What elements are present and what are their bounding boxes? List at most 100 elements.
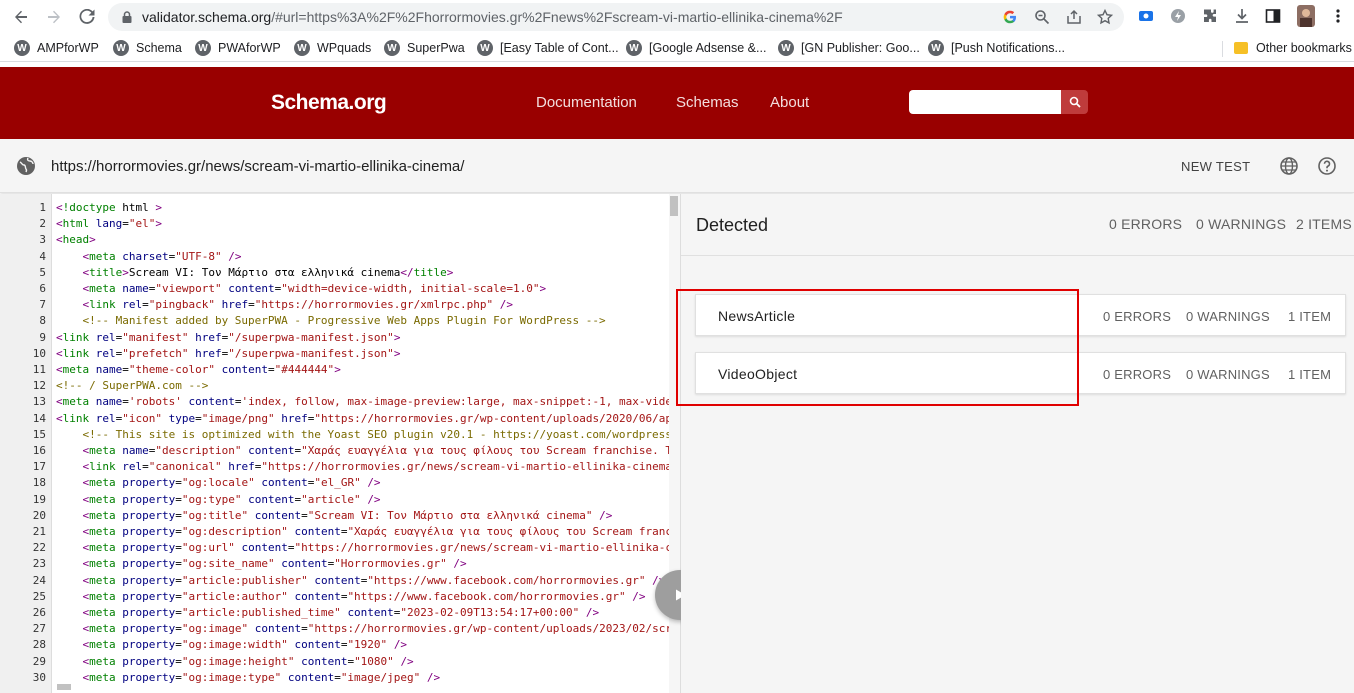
share-icon[interactable] <box>1065 8 1083 26</box>
code-text: <head> <box>56 233 96 247</box>
bookmarks-separator <box>1222 41 1223 57</box>
code-line[interactable]: 11 <meta name="theme-color" content="#444… <box>0 362 670 378</box>
back-icon[interactable] <box>9 5 33 29</box>
url-text[interactable]: validator.schema.org/#url=https%3A%2F%2F… <box>142 9 843 25</box>
code-line[interactable]: 6 <meta name="viewport" content="width=d… <box>0 281 670 297</box>
code-line[interactable]: 18 <meta property="og:locale" content="e… <box>0 475 670 491</box>
code-text: <meta charset="UTF-8" /> <box>82 249 242 263</box>
source-code-panel[interactable]: 1 <!doctype html > 2 <html lang="el"> 3 <head… <box>0 194 680 693</box>
line-number: 22 <box>32 541 46 555</box>
code-text: <meta property="og:image:type" content="… <box>82 670 441 684</box>
profile-avatar[interactable] <box>1296 5 1316 27</box>
code-line[interactable]: 25 <meta property="article:author" conte… <box>0 589 670 605</box>
site-logo[interactable]: Schema.org <box>271 91 387 115</box>
code-line[interactable]: 4 <meta charset="UTF-8" /> <box>0 249 670 265</box>
language-icon[interactable] <box>1279 156 1299 176</box>
code-line[interactable]: 12 <!-- / SuperPWA.com --> <box>0 378 670 394</box>
line-number: 8 <box>39 314 46 328</box>
code-text: <meta property="article:published_time" … <box>82 606 600 619</box>
code-line[interactable]: 28 <meta property="og:image:width" conte… <box>0 637 670 653</box>
extension-icon[interactable] <box>1200 6 1220 26</box>
line-number: 12 <box>32 379 46 393</box>
bookmark-item[interactable]: W PWAforWP <box>195 39 281 57</box>
address-bar[interactable]: validator.schema.org/#url=https%3A%2F%2F… <box>108 3 1124 31</box>
menu-icon[interactable] <box>1328 6 1348 26</box>
code-text: <meta property="og:type" content="articl… <box>82 492 381 506</box>
bookmark-item[interactable]: W WPquads <box>294 39 371 57</box>
code-line[interactable]: 14 <link rel="icon" type="image/png" href… <box>0 411 680 427</box>
lock-icon[interactable] <box>120 10 134 24</box>
line-number: 30 <box>32 670 46 684</box>
code-text: <meta property="og:description" content=… <box>82 525 681 538</box>
help-icon[interactable] <box>1317 156 1337 176</box>
extension-bolt-icon[interactable] <box>1168 6 1188 26</box>
card-errors: 0 ERRORS <box>1103 367 1172 382</box>
line-number: 17 <box>32 460 46 474</box>
code-line[interactable]: 10 <link rel="prefetch" href="/superpwa-m… <box>0 346 670 362</box>
card-items: 1 ITEM <box>1288 309 1332 324</box>
line-number: 15 <box>32 427 46 441</box>
code-scroll-thumb[interactable] <box>670 196 678 216</box>
line-number: 5 <box>39 265 46 279</box>
code-line[interactable]: 1 <!doctype html > <box>0 200 670 216</box>
code-line[interactable]: 5 <title>Scream VI: Τον Μάρτιο στα ελλην… <box>0 265 670 281</box>
bookmark-item[interactable]: W [GN Publisher: Goo... <box>778 39 920 57</box>
code-line[interactable]: 2 <html lang="el"> <box>0 216 670 232</box>
code-line[interactable]: 9 <link rel="manifest" href="/superpwa-ma… <box>0 330 670 346</box>
other-bookmarks[interactable]: Other bookmarks <box>1234 39 1352 57</box>
download-icon[interactable] <box>1232 6 1252 26</box>
code-line[interactable]: 20 <meta property="og:title" content="Sc… <box>0 508 670 524</box>
code-line[interactable]: 16 <meta name="description" content="Χαρ… <box>0 443 679 459</box>
line-number: 28 <box>32 638 46 652</box>
code-line[interactable]: 3 <head> <box>0 232 670 248</box>
star-icon[interactable] <box>1096 8 1114 26</box>
line-number: 27 <box>32 622 46 636</box>
code-text: <!-- Manifest added by SuperPWA - Progre… <box>56 314 606 328</box>
search-button[interactable] <box>1061 90 1088 114</box>
bookmark-item[interactable]: W [Easy Table of Cont... <box>477 39 619 57</box>
search-input[interactable] <box>909 90 1061 114</box>
code-line[interactable]: 8 <!-- Manifest added by SuperPWA - Prog… <box>0 313 670 329</box>
line-number: 19 <box>32 492 46 506</box>
code-line[interactable]: 29 <meta property="og:image:height" cont… <box>0 654 670 670</box>
bookmark-item[interactable]: W Schema <box>113 39 182 57</box>
code-line[interactable]: 19 <meta property="og:type" content="art… <box>0 492 670 508</box>
nav-about[interactable]: About <box>770 94 809 111</box>
line-number: 7 <box>39 298 46 312</box>
line-number: 25 <box>32 589 46 603</box>
tested-url[interactable]: https://horrormovies.gr/news/scream-vi-m… <box>51 158 464 175</box>
code-line[interactable]: 13 <meta name='robots' content='index, fo… <box>0 394 680 410</box>
code-line[interactable]: 23 <meta property="og:site_name" content… <box>0 556 670 572</box>
bookmark-item[interactable]: W [Push Notifications... <box>928 39 1065 57</box>
code-line[interactable]: 27 <meta property="og:image" content="ht… <box>0 621 680 637</box>
code-line[interactable]: 21 <meta property="og:description" conte… <box>0 524 680 540</box>
code-line[interactable]: 22 <meta property="og:url" content="http… <box>0 540 680 556</box>
code-line[interactable]: 7 <link rel="pingback" href="https://hor… <box>0 297 670 313</box>
new-test-button[interactable]: NEW TEST <box>1181 159 1250 174</box>
bookmark-item[interactable]: W SuperPwa <box>384 39 465 57</box>
code-text: <meta property="og:image:width" content=… <box>82 638 408 652</box>
extension-screencast-icon[interactable] <box>1136 6 1156 26</box>
sidebar-icon[interactable] <box>1263 6 1283 26</box>
bookmark-item[interactable]: W [Google Adsense &... <box>626 39 766 57</box>
code-line[interactable]: 17 <link rel="canonical" href="https://h… <box>0 459 680 475</box>
nav-documentation[interactable]: Documentation <box>536 94 637 111</box>
forward-icon[interactable] <box>42 5 66 29</box>
code-line[interactable]: 24 <meta property="article:publisher" co… <box>0 573 670 589</box>
card-items: 1 ITEM <box>1288 367 1332 382</box>
bookmark-item[interactable]: W AMPforWP <box>14 39 99 57</box>
total-warnings: 0 WARNINGS <box>1196 216 1287 232</box>
code-line[interactable]: 26 <meta property="article:published_tim… <box>0 605 670 621</box>
line-number: 18 <box>32 476 46 490</box>
line-number: 1 <box>39 201 46 214</box>
code-line[interactable]: 15 <!-- This site is optimized with the … <box>0 427 680 443</box>
code-horizontal-scroll-thumb[interactable] <box>57 684 71 690</box>
reload-icon[interactable] <box>75 5 99 29</box>
code-text: <meta name="description" content="Χαράς … <box>82 444 680 457</box>
line-number: 26 <box>32 606 46 619</box>
zoom-icon[interactable] <box>1033 8 1051 26</box>
code-line[interactable]: 30 <meta property="og:image:type" conten… <box>0 670 670 686</box>
nav-schemas[interactable]: Schemas <box>676 94 739 111</box>
google-icon[interactable] <box>1001 8 1019 26</box>
detected-header: Detected 0 ERRORS 0 WARNINGS 2 ITEMS <box>681 194 1354 256</box>
